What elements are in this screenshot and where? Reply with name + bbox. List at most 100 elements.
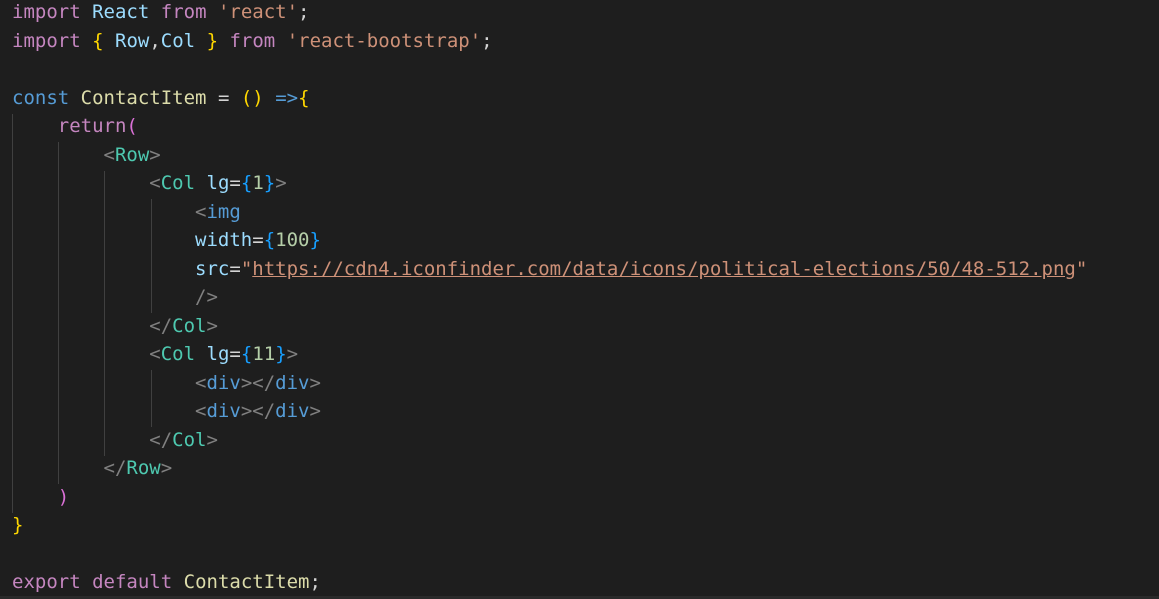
- code-token: {: [92, 29, 104, 52]
- code-line[interactable]: </Col>: [12, 428, 1159, 457]
- code-token: React: [92, 1, 150, 23]
- code-token: 'react-bootstrap': [286, 29, 482, 52]
- code-token: ): [252, 86, 264, 109]
- code-token: ": [1075, 257, 1088, 280]
- code-token: </: [149, 314, 173, 337]
- code-token: Col: [160, 172, 196, 194]
- code-token: 11: [252, 343, 276, 365]
- code-token: <: [149, 343, 161, 365]
- code-token: </: [149, 428, 173, 451]
- code-token: Row: [126, 457, 161, 479]
- code-line[interactable]: export default ContactItem;: [12, 570, 1159, 599]
- code-line[interactable]: return(: [12, 114, 1159, 143]
- code-token: https://cdn4.iconfinder.com/data/icons/p…: [252, 257, 1076, 280]
- code-token: ></: [240, 371, 276, 394]
- code-token: ContactItem: [80, 86, 207, 109]
- code-token: {: [240, 172, 253, 194]
- code-token: div: [206, 371, 241, 394]
- code-line[interactable]: [12, 542, 1159, 571]
- code-token: }: [12, 514, 24, 536]
- code-token: =: [229, 343, 241, 365]
- code-token: >: [206, 314, 218, 337]
- code-token: export: [12, 571, 81, 593]
- code-token: >: [275, 172, 287, 194]
- code-token: {: [298, 86, 310, 109]
- code-line[interactable]: [12, 57, 1159, 86]
- code-editor[interactable]: import React from 'react'; import { Row,C…: [0, 0, 1159, 599]
- code-line[interactable]: </Row>: [12, 456, 1159, 485]
- code-line[interactable]: <Col lg={11}>: [12, 342, 1159, 371]
- code-token: =: [252, 229, 264, 251]
- code-line[interactable]: <div></div>: [12, 371, 1159, 400]
- code-line[interactable]: <img: [12, 200, 1159, 229]
- code-token: div: [275, 400, 310, 422]
- code-token: }: [206, 29, 219, 52]
- code-token: const: [12, 86, 70, 109]
- code-token: }: [275, 343, 287, 365]
- code-line[interactable]: <Col lg={1}>: [12, 171, 1159, 200]
- code-token: ;: [309, 571, 321, 593]
- code-token: img: [206, 200, 241, 223]
- code-token: ;: [481, 29, 493, 52]
- code-token: import: [12, 1, 81, 23]
- code-line[interactable]: </Col>: [12, 314, 1159, 343]
- code-line[interactable]: ): [12, 485, 1159, 514]
- code-token: 1: [252, 172, 264, 194]
- code-token: >: [160, 457, 173, 479]
- code-lines[interactable]: import React from 'react'; import { Row,C…: [12, 0, 1159, 599]
- code-line[interactable]: src="https://cdn4.iconfinder.com/data/ic…: [12, 257, 1159, 286]
- code-token: ): [57, 485, 70, 508]
- code-line[interactable]: }: [12, 513, 1159, 542]
- code-token: (: [126, 115, 138, 137]
- code-token: ": [240, 257, 253, 280]
- code-token: =>: [275, 86, 299, 109]
- code-token: src: [195, 257, 230, 280]
- code-token: ContactItem: [183, 571, 310, 593]
- code-token: div: [206, 400, 241, 422]
- code-token: div: [275, 371, 310, 394]
- code-token: >: [309, 371, 321, 394]
- code-token: ,: [149, 29, 161, 52]
- code-line[interactable]: import { Row,Col } from 'react-bootstrap…: [12, 29, 1159, 58]
- code-token: return: [57, 115, 127, 137]
- code-token: Col: [160, 29, 196, 52]
- code-line[interactable]: width={100}: [12, 228, 1159, 257]
- code-line[interactable]: <div></div>: [12, 399, 1159, 428]
- code-token: Col: [172, 314, 207, 337]
- code-line[interactable]: />: [12, 285, 1159, 314]
- code-token: 100: [275, 229, 310, 251]
- code-token: lg: [206, 343, 230, 365]
- code-token: ;: [298, 1, 310, 23]
- code-token: Row: [114, 143, 150, 166]
- code-token: }: [263, 172, 276, 194]
- code-token: 'react': [217, 1, 299, 23]
- code-token: >: [286, 343, 299, 365]
- code-line[interactable]: import React from 'react';: [12, 0, 1159, 29]
- code-line[interactable]: const ContactItem = () =>{: [12, 86, 1159, 115]
- code-token: >: [309, 400, 321, 422]
- code-line[interactable]: <Row>: [12, 143, 1159, 172]
- code-token: =: [206, 86, 241, 109]
- code-token: from: [160, 1, 207, 23]
- code-token: </: [103, 457, 127, 479]
- code-token: <: [103, 143, 115, 166]
